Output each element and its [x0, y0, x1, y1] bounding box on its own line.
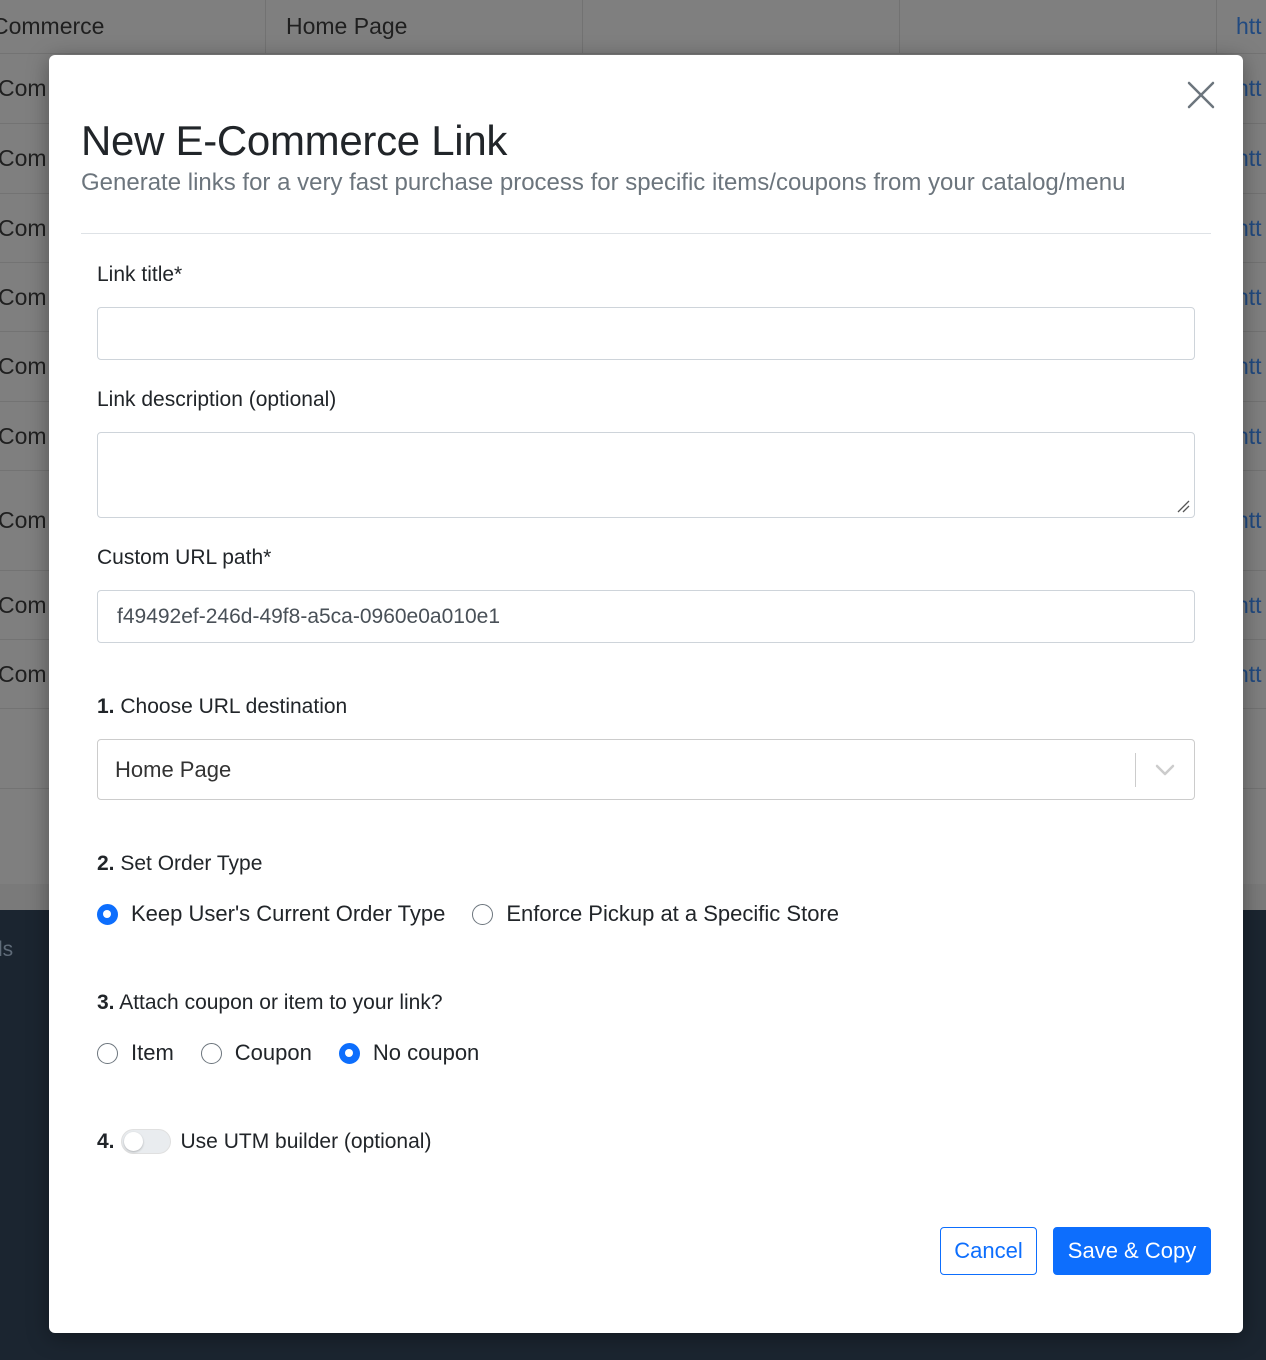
- table-cell: Com: [0, 353, 47, 379]
- step2-text: Set Order Type: [120, 852, 263, 875]
- custom-url-path-value: f49492ef-246d-49f8-a5ca-0960e0a010e1: [117, 604, 500, 628]
- save-and-copy-button[interactable]: Save & Copy: [1053, 1227, 1211, 1275]
- table-cell: Com: [0, 422, 47, 449]
- table-cell: Com: [0, 591, 47, 618]
- custom-url-path-input[interactable]: f49492ef-246d-49f8-a5ca-0960e0a010e1: [97, 590, 1195, 643]
- table-cell: Com: [0, 660, 47, 687]
- step3-number: 3.: [97, 991, 115, 1014]
- link-description-label: Link description (optional): [97, 388, 337, 411]
- link-title-label: Link title*: [97, 263, 183, 286]
- radio-label: Coupon: [234, 1040, 312, 1065]
- step3-text: Attach coupon or item to your link?: [119, 991, 443, 1014]
- step1-number: 1.: [97, 695, 115, 718]
- attach-no-coupon-option[interactable]: No coupon: [338, 1040, 480, 1066]
- link-description-textarea[interactable]: [97, 432, 1195, 518]
- table-cell: Com: [0, 75, 47, 101]
- attach-coupon-option[interactable]: Coupon: [200, 1040, 312, 1066]
- radio-label: Keep User's Current Order Type: [131, 901, 446, 926]
- modal-title: New E-Commerce Link: [81, 117, 508, 164]
- column-divider: [1216, 0, 1217, 54]
- url-destination-value: Home Page: [115, 756, 232, 782]
- close-icon: [1187, 81, 1215, 109]
- order-type-keep-current[interactable]: Keep User's Current Order Type: [97, 901, 445, 927]
- footer-text: ls: [0, 938, 14, 961]
- order-type-enforce-pickup[interactable]: Enforce Pickup at a Specific Store: [472, 901, 839, 927]
- utm-builder-toggle[interactable]: [120, 1129, 171, 1154]
- utm-builder-label: Use UTM builder (optional): [180, 1129, 432, 1153]
- attach-radio-group: Item Coupon No coupon: [97, 1040, 506, 1066]
- column-divider: [899, 0, 900, 54]
- attach-item-option[interactable]: Item: [97, 1040, 174, 1066]
- step4-number: 4.: [97, 1129, 115, 1153]
- new-ecommerce-link-modal: New E-Commerce Link Generate links for a…: [49, 55, 1243, 1333]
- column-divider: [582, 0, 583, 54]
- resize-grip-icon[interactable]: [1176, 499, 1190, 513]
- step2-label: 2. Set Order Type: [97, 852, 262, 876]
- table-cell: Com: [0, 283, 47, 310]
- modal-subtitle: Generate links for a very fast purchase …: [81, 169, 1126, 196]
- table-cell: Com: [0, 145, 47, 171]
- chevron-down-icon: [1155, 764, 1175, 775]
- step3-label: 3. Attach coupon or item to your link?: [97, 991, 443, 1015]
- radio-button[interactable]: [97, 903, 118, 925]
- close-button[interactable]: [1185, 79, 1217, 111]
- select-dropdown-indicator[interactable]: [1136, 740, 1194, 799]
- utm-builder-row: 4. Use UTM builder (optional): [97, 1129, 431, 1154]
- radio-button[interactable]: [97, 1042, 118, 1064]
- custom-url-path-label: Custom URL path*: [97, 546, 272, 569]
- step2-number: 2.: [97, 852, 115, 875]
- radio-button[interactable]: [472, 903, 494, 925]
- radio-button[interactable]: [200, 1042, 222, 1064]
- step1-label: 1. Choose URL destination: [97, 695, 347, 719]
- table-cell: Com: [0, 507, 47, 533]
- radio-label: Item: [131, 1040, 174, 1065]
- table-cell: Com: [0, 214, 47, 241]
- radio-label: No coupon: [372, 1040, 480, 1065]
- table-row: Commerce Home Page htt: [0, 0, 1266, 54]
- table-cell: Commerce: [0, 13, 105, 39]
- radio-button[interactable]: [338, 1042, 360, 1064]
- order-type-radio-group: Keep User's Current Order Type Enforce P…: [97, 901, 866, 927]
- cancel-button[interactable]: Cancel: [940, 1227, 1037, 1275]
- header-divider: [81, 233, 1211, 234]
- radio-label: Enforce Pickup at a Specific Store: [506, 901, 839, 926]
- table-link[interactable]: htt: [1236, 0, 1262, 53]
- column-divider: [265, 0, 266, 54]
- step1-text: Choose URL destination: [120, 695, 348, 718]
- table-cell: Home Page: [286, 13, 408, 39]
- link-title-input[interactable]: [97, 307, 1195, 360]
- url-destination-select[interactable]: Home Page: [97, 739, 1195, 800]
